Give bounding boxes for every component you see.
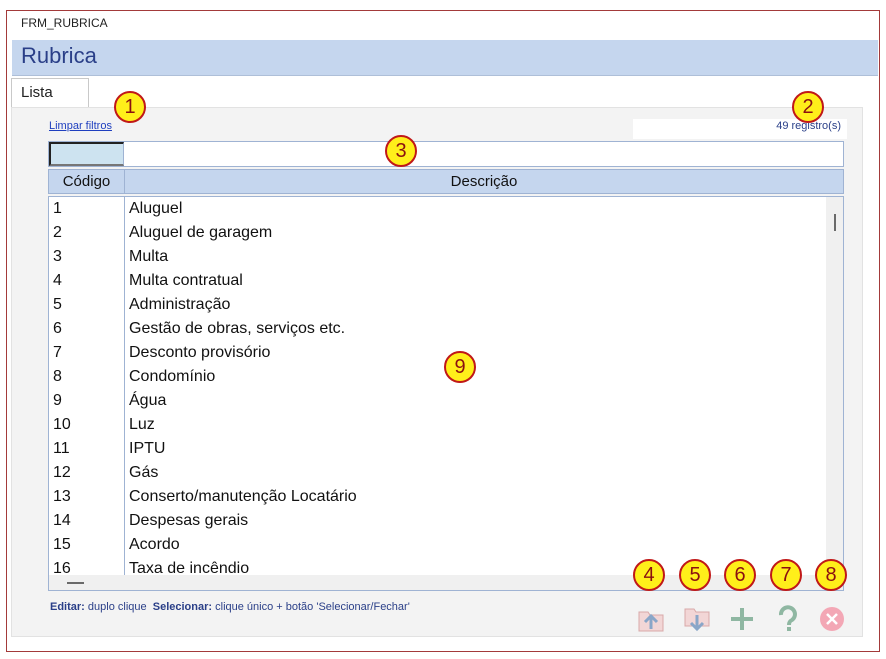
list-item[interactable]: 2 Aluguel de garagem — [49, 221, 825, 245]
usage-hint: Editar: duplo clique Selecionar: clique … — [50, 601, 410, 613]
list-item-description: Gás — [129, 464, 159, 481]
callout-1: 1 — [114, 91, 146, 123]
list-item-description: Gestão de obras, serviços etc. — [129, 320, 346, 337]
close-button[interactable] — [817, 604, 847, 634]
list-item-code: 8 — [53, 368, 62, 385]
list-item[interactable]: 15 Acordo — [49, 533, 825, 557]
callout-8: 8 — [815, 559, 847, 591]
list-item[interactable]: 10 Luz — [49, 413, 825, 437]
folder-download-button[interactable] — [682, 604, 712, 634]
list-item[interactable]: 12 Gás — [49, 461, 825, 485]
list-item-description: Água — [129, 392, 167, 409]
rubrica-list[interactable]: 1 Aluguel 2 Aluguel de garagem 3 Multa 4 Multa … — [48, 196, 844, 591]
list-item[interactable]: 13 Conserto/manutenção Locatário — [49, 485, 825, 509]
list-item[interactable]: 4 Multa contratual — [49, 269, 825, 293]
list-item-code: 15 — [53, 536, 71, 553]
list-item-description: Aluguel de garagem — [129, 224, 273, 241]
close-icon — [820, 607, 844, 631]
list-item-code: 3 — [53, 248, 62, 265]
list-item[interactable]: 14 Despesas gerais — [49, 509, 825, 533]
callout-5: 5 — [679, 559, 711, 591]
help-button[interactable] — [773, 604, 803, 634]
list-item-code: 13 — [53, 488, 71, 505]
folder-download-icon — [684, 608, 710, 632]
column-header-code[interactable]: Código — [49, 170, 125, 193]
folder-upload-button[interactable] — [636, 604, 666, 634]
callout-3: 3 — [385, 135, 417, 167]
tab-lista[interactable]: Lista — [11, 78, 89, 108]
hint-select-text: clique único + botão 'Selecionar/Fechar' — [215, 601, 410, 613]
callout-4: 4 — [633, 559, 665, 591]
callout-9: 9 — [444, 351, 476, 383]
clear-filters-link[interactable]: Limpar filtros — [49, 120, 112, 132]
list-item-code: 6 — [53, 320, 62, 337]
list-item-description: Conserto/manutenção Locatário — [129, 488, 357, 505]
list-item-code: 12 — [53, 464, 71, 481]
hint-edit-text: duplo clique — [87, 601, 147, 613]
header-band: Rubrica — [12, 40, 878, 76]
list-item-description: Aluguel — [129, 200, 183, 217]
list-header: Código Descrição — [48, 169, 844, 194]
record-count-box: 49 registro(s) — [633, 119, 847, 139]
list-item-description: Luz — [129, 416, 155, 433]
list-item-code: 14 — [53, 512, 71, 529]
add-button[interactable] — [727, 604, 757, 634]
list-item-code: 5 — [53, 296, 62, 313]
list-item[interactable]: 7 Desconto provisório — [49, 341, 825, 365]
callout-6: 6 — [724, 559, 756, 591]
list-item-description: Multa contratual — [129, 272, 243, 289]
list-item-description: Despesas gerais — [129, 512, 249, 529]
list-item-code: 4 — [53, 272, 62, 289]
list-item-description: Acordo — [129, 536, 180, 553]
callout-7: 7 — [770, 559, 802, 591]
list-item-description: Administração — [129, 296, 231, 313]
description-filter-input[interactable] — [125, 142, 843, 166]
filter-row — [48, 141, 844, 167]
list-item-description: Condomínio — [129, 368, 216, 385]
code-filter-input[interactable] — [49, 142, 124, 166]
plus-icon — [731, 608, 753, 630]
folder-upload-icon — [638, 611, 664, 632]
vertical-scrollbar[interactable] — [826, 197, 843, 575]
list-item[interactable]: 5 Administração — [49, 293, 825, 317]
list-item-code: 7 — [53, 344, 62, 361]
hint-edit-label: Editar: — [50, 601, 85, 613]
horizontal-scroll-thumb[interactable] — [67, 582, 84, 584]
list-rows: 1 Aluguel 2 Aluguel de garagem 3 Multa 4 Multa … — [49, 197, 825, 581]
list-item-code: 1 — [53, 200, 62, 217]
callout-2: 2 — [792, 91, 824, 123]
list-item-description: Multa — [129, 248, 169, 265]
list-item-code: 2 — [53, 224, 62, 241]
column-header-description[interactable]: Descrição — [125, 170, 843, 193]
list-item[interactable]: 8 Condomínio — [49, 365, 825, 389]
hint-select-label: Selecionar: — [152, 601, 213, 613]
vertical-scroll-thumb[interactable] — [834, 214, 836, 231]
list-item-code: 11 — [53, 440, 70, 457]
window-title: FRM_RUBRICA — [21, 16, 108, 30]
list-item-description: IPTU — [129, 440, 166, 457]
list-item-code: 10 — [53, 416, 71, 433]
help-icon — [778, 605, 797, 631]
list-item[interactable]: 3 Multa — [49, 245, 825, 269]
list-item[interactable]: 6 Gestão de obras, serviços etc. — [49, 317, 825, 341]
page-title: Rubrica — [21, 43, 97, 68]
list-item[interactable]: 1 Aluguel — [49, 197, 825, 221]
list-item[interactable]: 11 IPTU — [49, 437, 825, 461]
list-item-description: Desconto provisório — [129, 344, 271, 361]
list-item[interactable]: 9 Água — [49, 389, 825, 413]
list-item-code: 9 — [53, 392, 62, 409]
